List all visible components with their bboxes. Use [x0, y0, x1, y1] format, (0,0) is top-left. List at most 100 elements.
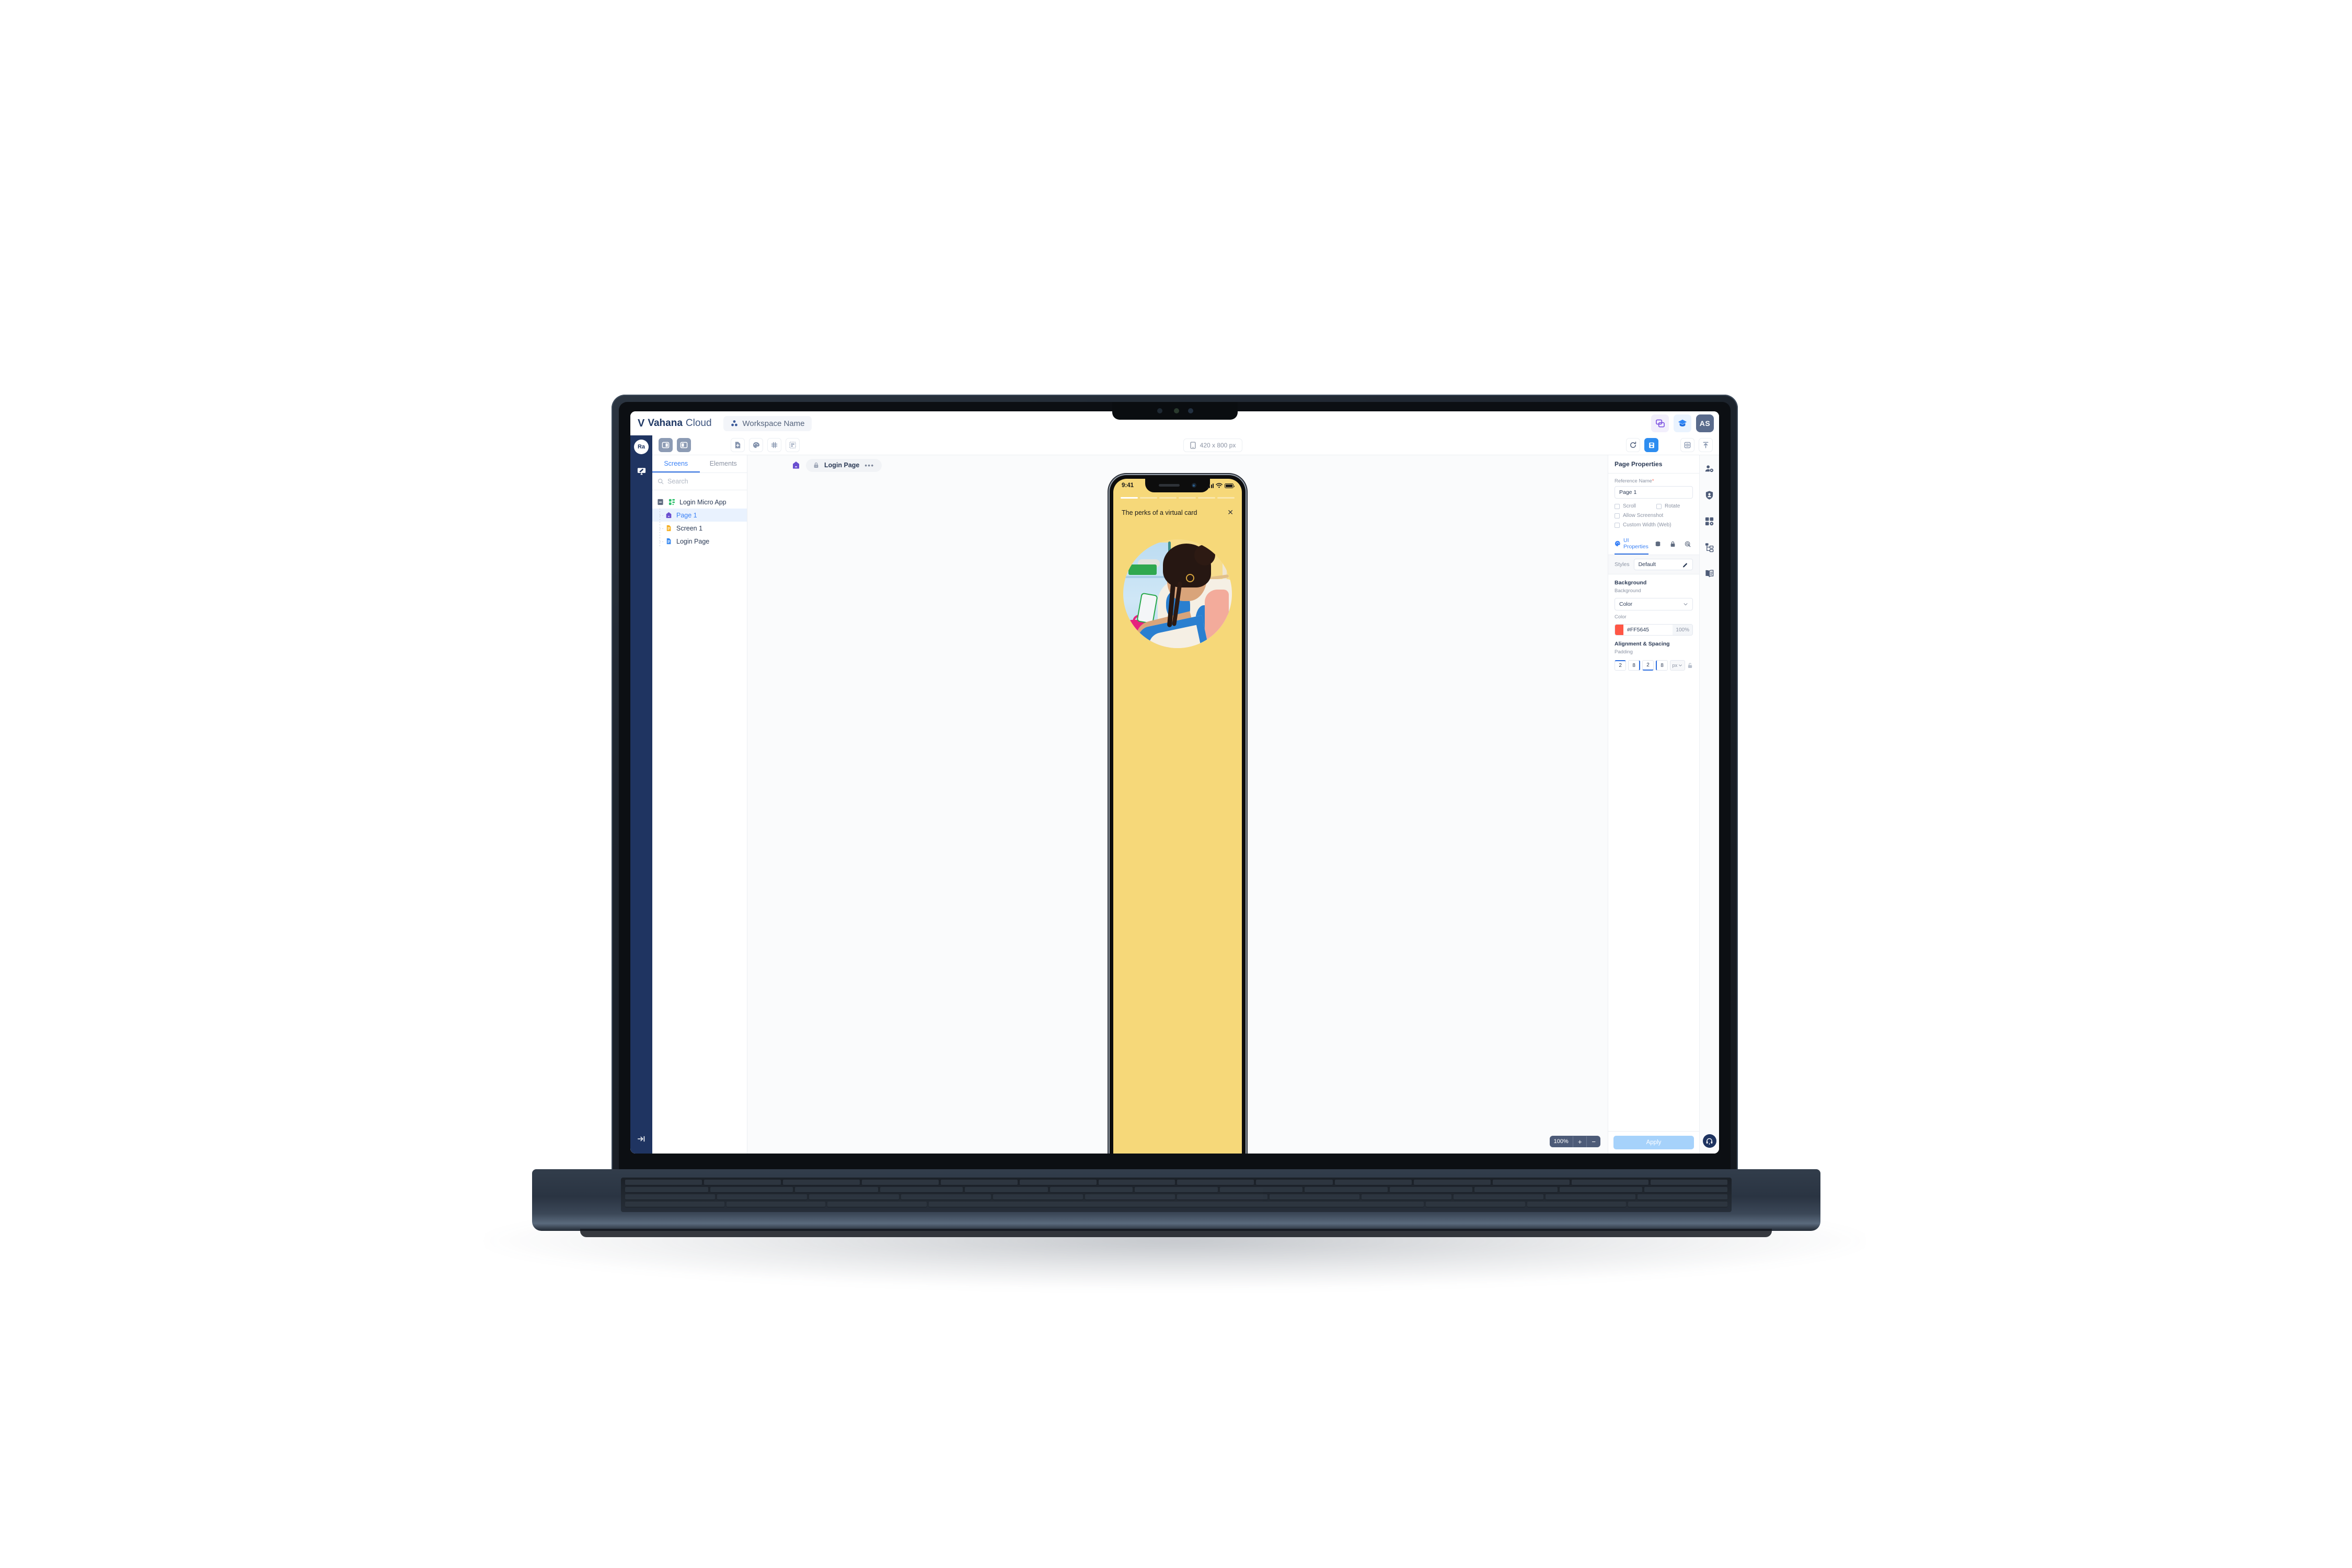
- user-settings-icon[interactable]: [1704, 464, 1715, 474]
- checkbox-box[interactable]: [1656, 503, 1662, 509]
- tab-actions[interactable]: [1685, 541, 1693, 551]
- color-field[interactable]: #FF5645 100%: [1615, 624, 1693, 636]
- cellular-signal-icon: [1207, 483, 1214, 488]
- laptop-base-foot: [580, 1229, 1772, 1237]
- padding-label: Padding: [1615, 649, 1633, 655]
- tree-node-label: Login Micro App: [679, 498, 727, 506]
- styles-select[interactable]: Default: [1633, 559, 1693, 570]
- phone-status-bar: 9:41: [1113, 479, 1242, 489]
- padding-unit-select[interactable]: px: [1669, 660, 1685, 671]
- preview-eye-icon[interactable]: [1680, 438, 1694, 452]
- brand-name: Vahana: [648, 418, 683, 429]
- background-type-select[interactable]: Color: [1615, 598, 1693, 610]
- zoom-in-button[interactable]: +: [1572, 1136, 1587, 1147]
- properties-tabs: UI Properties: [1608, 532, 1699, 555]
- expand-panel-icon[interactable]: [634, 1132, 649, 1146]
- padding-top-input[interactable]: 2: [1615, 660, 1627, 671]
- canvas-page-chip[interactable]: Login Page •••: [806, 458, 882, 472]
- brand-logo[interactable]: V Vahana Cloud: [638, 418, 712, 429]
- lock-icon: [1670, 541, 1676, 547]
- page-file-icon: [665, 537, 673, 545]
- canvas-stage: 9:41 The perks of a virtual card ✕ 100% …: [747, 475, 1608, 1154]
- checkbox-label: Allow Screenshot: [1623, 513, 1664, 518]
- reference-name-input[interactable]: Page 1: [1615, 486, 1693, 499]
- tree-node-login-micro-app[interactable]: Login Micro App: [652, 495, 747, 509]
- grid-icon[interactable]: [767, 438, 781, 452]
- checkbox-rotate[interactable]: Rotate: [1656, 503, 1693, 509]
- rail-logo[interactable]: Ra: [634, 440, 649, 454]
- refresh-icon[interactable]: [1626, 438, 1640, 452]
- tab-ui-properties[interactable]: UI Properties: [1615, 537, 1648, 555]
- zoom-out-button[interactable]: −: [1586, 1136, 1600, 1147]
- checkbox-row-2: Allow Screenshot: [1608, 509, 1699, 518]
- workspace-selector[interactable]: Workspace Name: [723, 416, 812, 431]
- apply-button[interactable]: Apply: [1613, 1136, 1694, 1149]
- styles-label: Styles: [1615, 561, 1630, 568]
- collapse-toggle-icon[interactable]: [656, 498, 664, 506]
- tab-screens[interactable]: Screens: [652, 455, 700, 472]
- close-icon[interactable]: ✕: [1227, 508, 1233, 517]
- color-hex-value[interactable]: #FF5645: [1623, 625, 1673, 635]
- publish-upload-icon[interactable]: [1699, 438, 1713, 452]
- sitemap-icon[interactable]: [1704, 542, 1715, 552]
- headset-support-icon[interactable]: [1702, 1134, 1716, 1148]
- tree-node-login-page[interactable]: Login Page: [652, 535, 747, 548]
- design-monitor-icon[interactable]: [634, 464, 649, 478]
- checkbox-scroll[interactable]: Scroll: [1615, 503, 1651, 509]
- brand-mark: V: [638, 418, 645, 429]
- save-icon[interactable]: [1644, 438, 1658, 452]
- design-canvas: Login Page ••• 9:41 The perks of a virtu…: [747, 455, 1608, 1154]
- user-avatar[interactable]: AS: [1696, 414, 1714, 432]
- palette-icon[interactable]: [749, 438, 763, 452]
- chat-bubbles-icon[interactable]: [1651, 414, 1669, 432]
- toggle-right-panel-button[interactable]: [677, 438, 691, 452]
- search-row[interactable]: Search: [652, 473, 747, 490]
- vahana-cloud-app: V Vahana Cloud Workspace Name AS Ra 420 …: [630, 411, 1719, 1154]
- background-section-title: Background: [1615, 580, 1647, 586]
- tab-security[interactable]: [1670, 541, 1678, 551]
- checkbox-box[interactable]: [1615, 513, 1620, 518]
- reference-name-group: Reference Name* Page 1: [1608, 474, 1699, 500]
- tree-node-page-1[interactable]: Page 1: [652, 509, 747, 522]
- tree-node-label: Page 1: [676, 511, 697, 519]
- checkbox-box[interactable]: [1615, 522, 1620, 528]
- zoom-control: 100% + −: [1549, 1136, 1600, 1147]
- screen-file-icon: [665, 524, 673, 532]
- styles-value: Default: [1638, 561, 1656, 568]
- color-swatch[interactable]: [1615, 625, 1623, 635]
- phone-title: The perks of a virtual card: [1122, 509, 1197, 516]
- screens-panel: Screens Elements Search Login Micro App …: [652, 455, 747, 1154]
- apps-grid-settings-icon[interactable]: [1704, 516, 1715, 526]
- book-icon[interactable]: [1704, 568, 1715, 579]
- toggle-left-panel-button[interactable]: [659, 438, 673, 452]
- screens-tree: Login Micro App Page 1 Screen 1 Login Pa…: [652, 490, 747, 548]
- device-size-chip[interactable]: 420 x 800 px: [1183, 438, 1243, 452]
- color-opacity-value[interactable]: 100%: [1673, 625, 1692, 635]
- unlock-icon[interactable]: [1687, 662, 1693, 668]
- shield-user-icon[interactable]: [1704, 490, 1715, 500]
- background-value: Color: [1619, 601, 1633, 607]
- tree-node-label: Screen 1: [676, 524, 703, 532]
- palette-icon: [1615, 540, 1621, 547]
- padding-bottom-input[interactable]: 2: [1642, 660, 1654, 671]
- canvas-toolbar: 420 x 800 px: [652, 435, 1719, 455]
- checkbox-allow-screenshot[interactable]: Allow Screenshot: [1615, 513, 1693, 518]
- wifi-icon: [1216, 483, 1223, 488]
- brand-suffix: Cloud: [685, 418, 712, 429]
- device-size-value: 420 x 800 px: [1200, 441, 1236, 449]
- padding-left-input[interactable]: 8: [1656, 660, 1668, 671]
- checkbox-box[interactable]: [1615, 503, 1620, 509]
- pencil-icon[interactable]: [1682, 562, 1688, 568]
- micro-app-icon: [668, 498, 676, 506]
- laptop-lid: V Vahana Cloud Workspace Name AS Ra 420 …: [612, 395, 1738, 1179]
- layout-icon[interactable]: [786, 438, 800, 452]
- add-page-icon[interactable]: [731, 438, 745, 452]
- tab-data[interactable]: [1655, 541, 1664, 551]
- graduation-cap-icon[interactable]: [1674, 414, 1691, 432]
- page-more-icon[interactable]: •••: [864, 462, 874, 469]
- laptop-mockup: V Vahana Cloud Workspace Name AS Ra 420 …: [485, 395, 1865, 1288]
- tree-node-screen-1[interactable]: Screen 1: [652, 522, 747, 535]
- padding-right-input[interactable]: 8: [1628, 660, 1640, 671]
- tab-elements[interactable]: Elements: [700, 455, 747, 472]
- checkbox-custom-width[interactable]: Custom Width (Web): [1615, 522, 1693, 528]
